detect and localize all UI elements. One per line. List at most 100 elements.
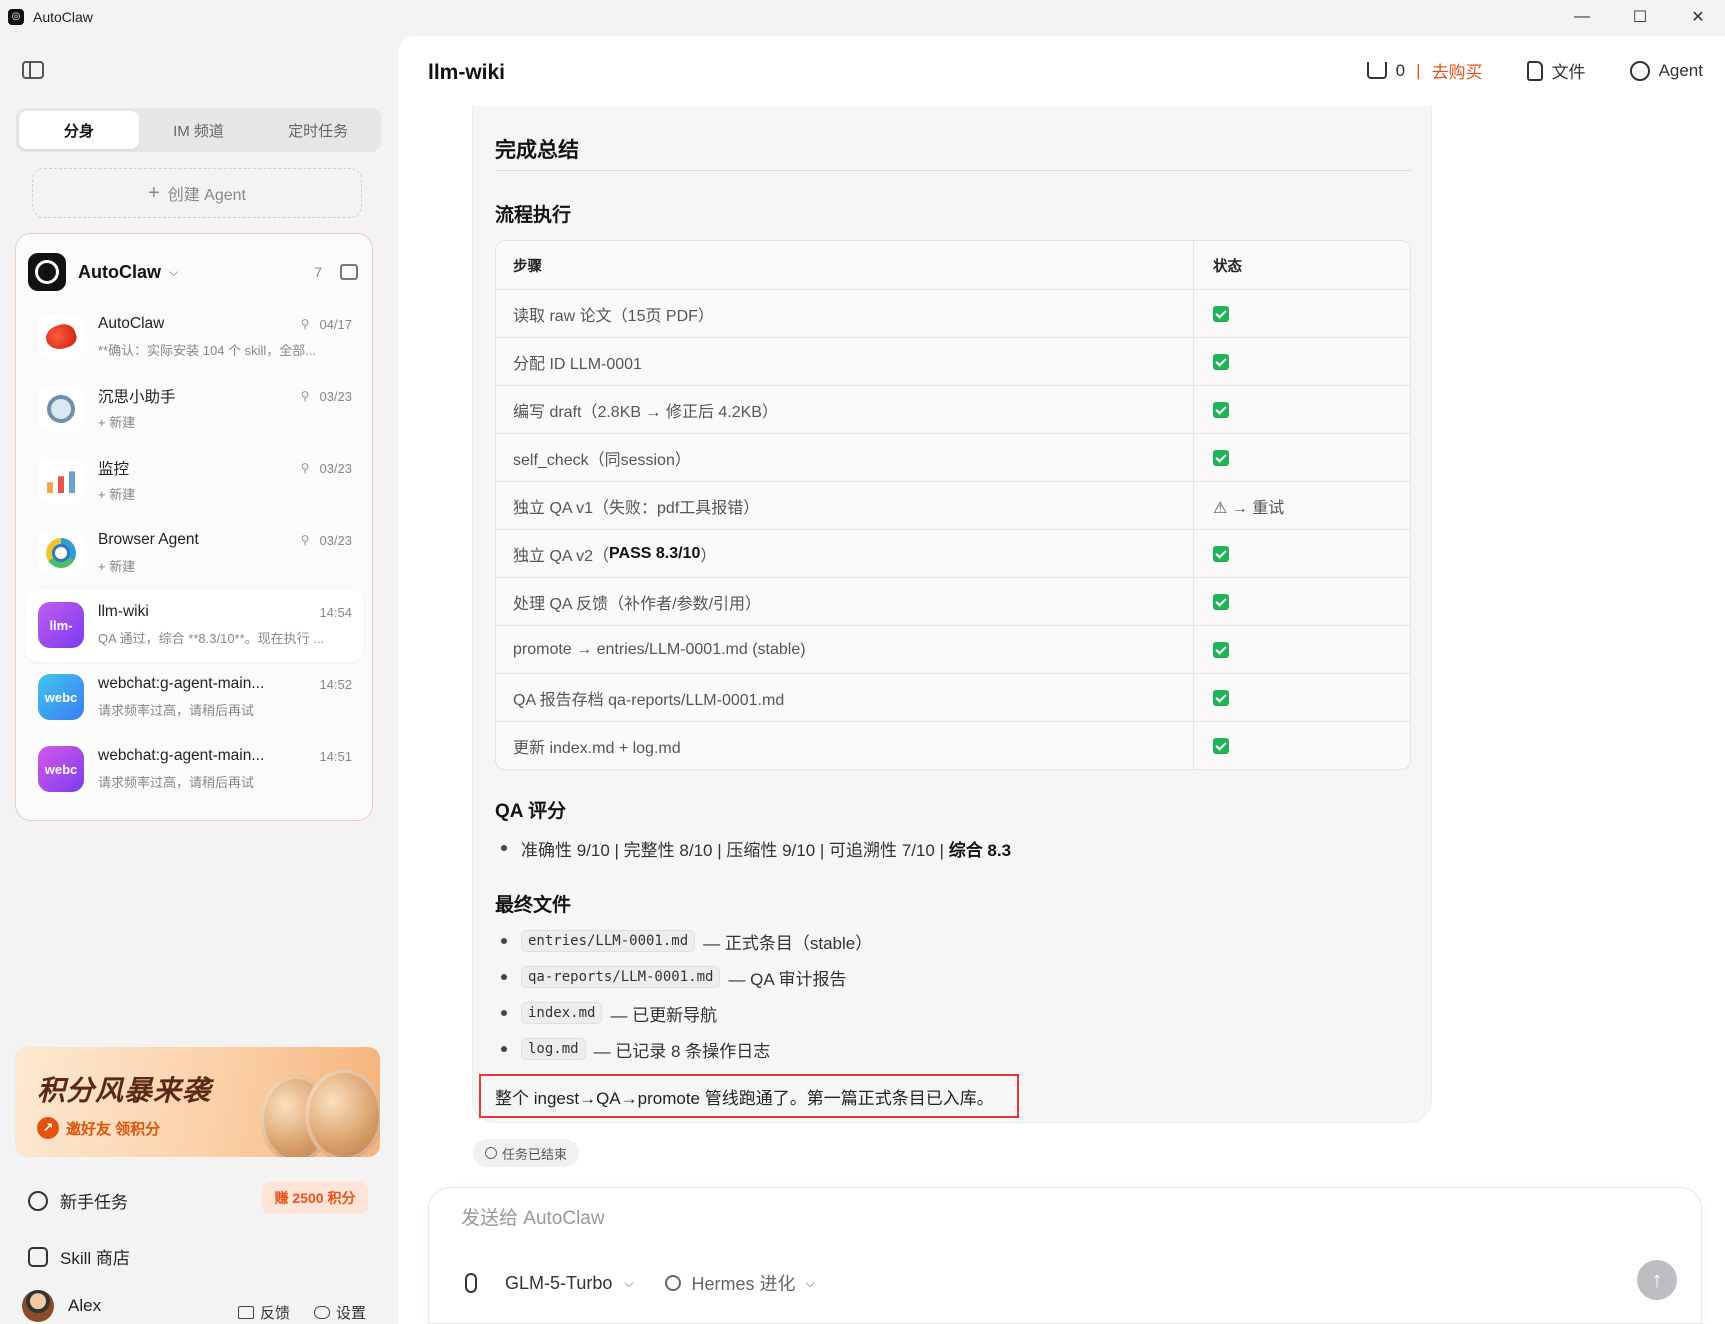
tab-scheduled-tasks[interactable]: 定时任务 (258, 111, 378, 149)
agent-name: llm-wiki (98, 603, 149, 620)
pin-icon[interactable]: ⚲ (301, 461, 310, 475)
agent-preview: QA 通过，综合 **8.3/10**。现在执行 ... (98, 631, 325, 646)
agent-panel: AutoClaw ⌵ 7 AutoClaw ⚲ 04/17 **确认：实际安装 … (15, 233, 373, 821)
chevron-down-icon: ⌵ (805, 1275, 815, 1290)
file-item: index.md — 已更新导航 (495, 995, 1411, 1031)
list-item[interactable]: 监控 ⚲ 03/23 + 新建 (26, 446, 364, 518)
steps-table: 步骤 状态 读取 raw 论文（15页 PDF） 分配 ID LLM-0001 … (495, 240, 1411, 770)
step-cell: 编写 draft（2.8KB → 修正后 4.2KB） (496, 386, 1194, 433)
pin-icon[interactable]: ⚲ (301, 317, 310, 331)
check-icon (1213, 689, 1229, 706)
step-prefix: 独立 QA v2（ (513, 547, 610, 565)
qa-heading: QA 评分 (495, 801, 567, 822)
check-icon (1213, 449, 1229, 466)
agent-preview: 请求频率过高，请稍后再试 (98, 703, 255, 718)
maximize-button[interactable]: ☐ (1611, 0, 1669, 33)
check-icon (1213, 593, 1229, 610)
minimize-button[interactable]: — (1553, 0, 1611, 33)
skill-store-label: Skill 商店 (60, 1249, 130, 1268)
app-logo-icon: ◎ (8, 8, 24, 25)
agent-time: 14:54 (319, 604, 352, 620)
composer-tools: GLM-5-Turbo ⌵ Hermes 进化 ⌵ (465, 1270, 815, 1296)
agent-count: 7 (314, 264, 322, 280)
conclusion-highlight: 整个 ingest→QA→promote 管线跑通了。第一篇正式条目已入库。 (479, 1074, 1019, 1118)
agent-icon (1629, 60, 1650, 81)
column-header-status: 状态 (1213, 258, 1242, 275)
list-item[interactable]: 沉思小助手 ⚲ 03/23 + 新建 (26, 374, 364, 446)
pin-icon[interactable]: ⚲ (301, 389, 310, 403)
file-item: entries/LLM-0001.md — 正式条目（stable） (495, 923, 1411, 959)
message-input[interactable] (461, 1208, 1561, 1230)
file-path: entries/LLM-0001.md (521, 930, 696, 952)
buy-link[interactable]: 去购买 (1432, 58, 1483, 83)
table-row: QA 报告存档 qa-reports/LLM-0001.md (496, 673, 1410, 721)
agent-group-header[interactable]: AutoClaw ⌵ 7 (28, 252, 362, 292)
create-agent-button[interactable]: + 创建 Agent (32, 168, 362, 218)
list-item-selected[interactable]: llm- llm-wiki 14:54 QA 通过，综合 **8.3/10**。… (26, 590, 364, 662)
promo-cta[interactable]: ↗ 邀好友 领积分 (37, 1117, 160, 1139)
reward-badge[interactable]: 赚 2500 积分 (262, 1182, 368, 1214)
attach-icon[interactable] (465, 1273, 477, 1293)
files-button[interactable]: 文件 (1526, 58, 1586, 83)
coin-icon (305, 1069, 380, 1157)
list-item[interactable]: webc webchat:g-agent-main... 14:51 请求频率过… (26, 734, 364, 806)
newbie-task-link[interactable]: 新手任务 (28, 1188, 128, 1213)
step-cell: 独立 QA v2（ PASS 8.3/10） (496, 530, 1194, 577)
agent-preview: 请求频率过高，请稍后再试 (98, 775, 255, 790)
qa-total: 综合 8.3 (948, 840, 1012, 860)
check-icon (1213, 641, 1229, 658)
chevron-down-icon[interactable]: ⌵ (169, 265, 178, 280)
settings-label: 设置 (336, 1305, 367, 1322)
model-select[interactable]: GLM-5-Turbo ⌵ (505, 1273, 633, 1294)
list-item[interactable]: Browser Agent ⚲ 03/23 + 新建 (26, 518, 364, 590)
table-row: promote → entries/LLM-0001.md (stable) (496, 625, 1410, 673)
task-icon (28, 1190, 48, 1211)
table-row: self_check（同session） (496, 433, 1410, 481)
settings-button[interactable]: 设置 (314, 1302, 366, 1323)
step-cell: 更新 index.md + log.md (496, 722, 1194, 769)
list-item[interactable]: webc webchat:g-agent-main... 14:52 请求频率过… (26, 662, 364, 734)
table-row: 更新 index.md + log.md (496, 721, 1410, 769)
hermes-icon (665, 1275, 682, 1291)
step-cell: 读取 raw 论文（15页 PDF） (496, 290, 1194, 337)
promo-title: 积分风暴来袭 (37, 1075, 212, 1106)
task-status-label: 任务已结束 (502, 1146, 568, 1162)
promo-banner[interactable]: 积分风暴来袭 ↗ 邀好友 领积分 (15, 1047, 380, 1157)
feedback-button[interactable]: 反馈 (238, 1302, 290, 1323)
agent-name: Browser Agent (98, 531, 199, 548)
cart-button[interactable]: 0 | 去购买 (1366, 58, 1483, 83)
table-row: 读取 raw 论文（15页 PDF） (496, 289, 1410, 337)
agent-avatar: webc (38, 674, 84, 720)
sidebar-tabs: 分身 IM 频道 定时任务 (16, 108, 381, 152)
agent-time: 14:51 (319, 748, 352, 764)
message-composer: GLM-5-Turbo ⌵ Hermes 进化 ⌵ ↑ (428, 1187, 1702, 1324)
divider (495, 170, 1411, 171)
status-cell-retry: ⚠ → 重试 (1213, 499, 1285, 517)
tab-avatars[interactable]: 分身 (19, 111, 139, 149)
agent-button[interactable]: Agent (1629, 60, 1703, 81)
file-path: qa-reports/LLM-0001.md (521, 966, 721, 988)
top-actions: 0 | 去购买 文件 Agent (1323, 58, 1703, 83)
create-agent-label: 创建 Agent (167, 187, 246, 204)
tab-im-channels[interactable]: IM 频道 (139, 111, 259, 149)
skill-store-link[interactable]: Skill 商店 (28, 1244, 130, 1269)
pin-icon[interactable]: ⚲ (301, 533, 310, 547)
step-bold: PASS 8.3/10 (609, 544, 701, 562)
step-cell: promote → entries/LLM-0001.md (stable) (496, 626, 1194, 673)
send-button[interactable]: ↑ (1637, 1260, 1677, 1300)
check-icon (1213, 305, 1229, 322)
table-row: 独立 QA v2（ PASS 8.3/10） (496, 529, 1410, 577)
new-chat-icon[interactable] (340, 264, 358, 280)
agent-name: 监控 (98, 461, 130, 478)
avatar (22, 1290, 54, 1322)
mode-select[interactable]: Hermes 进化 ⌵ (665, 1270, 815, 1296)
flow-heading: 流程执行 (495, 205, 572, 226)
agent-time: 14:52 (319, 676, 352, 692)
table-row: 分配 ID LLM-0001 (496, 337, 1410, 385)
sidebar-toggle-icon[interactable] (22, 61, 44, 79)
magnifier-icon (38, 386, 84, 432)
user-profile[interactable]: Alex (22, 1290, 101, 1322)
agent-preview: **确认：实际安装 104 个 skill，全部... (98, 343, 317, 358)
close-button[interactable]: ✕ (1669, 0, 1725, 33)
list-item[interactable]: AutoClaw ⚲ 04/17 **确认：实际安装 104 个 skill，全… (26, 302, 364, 374)
